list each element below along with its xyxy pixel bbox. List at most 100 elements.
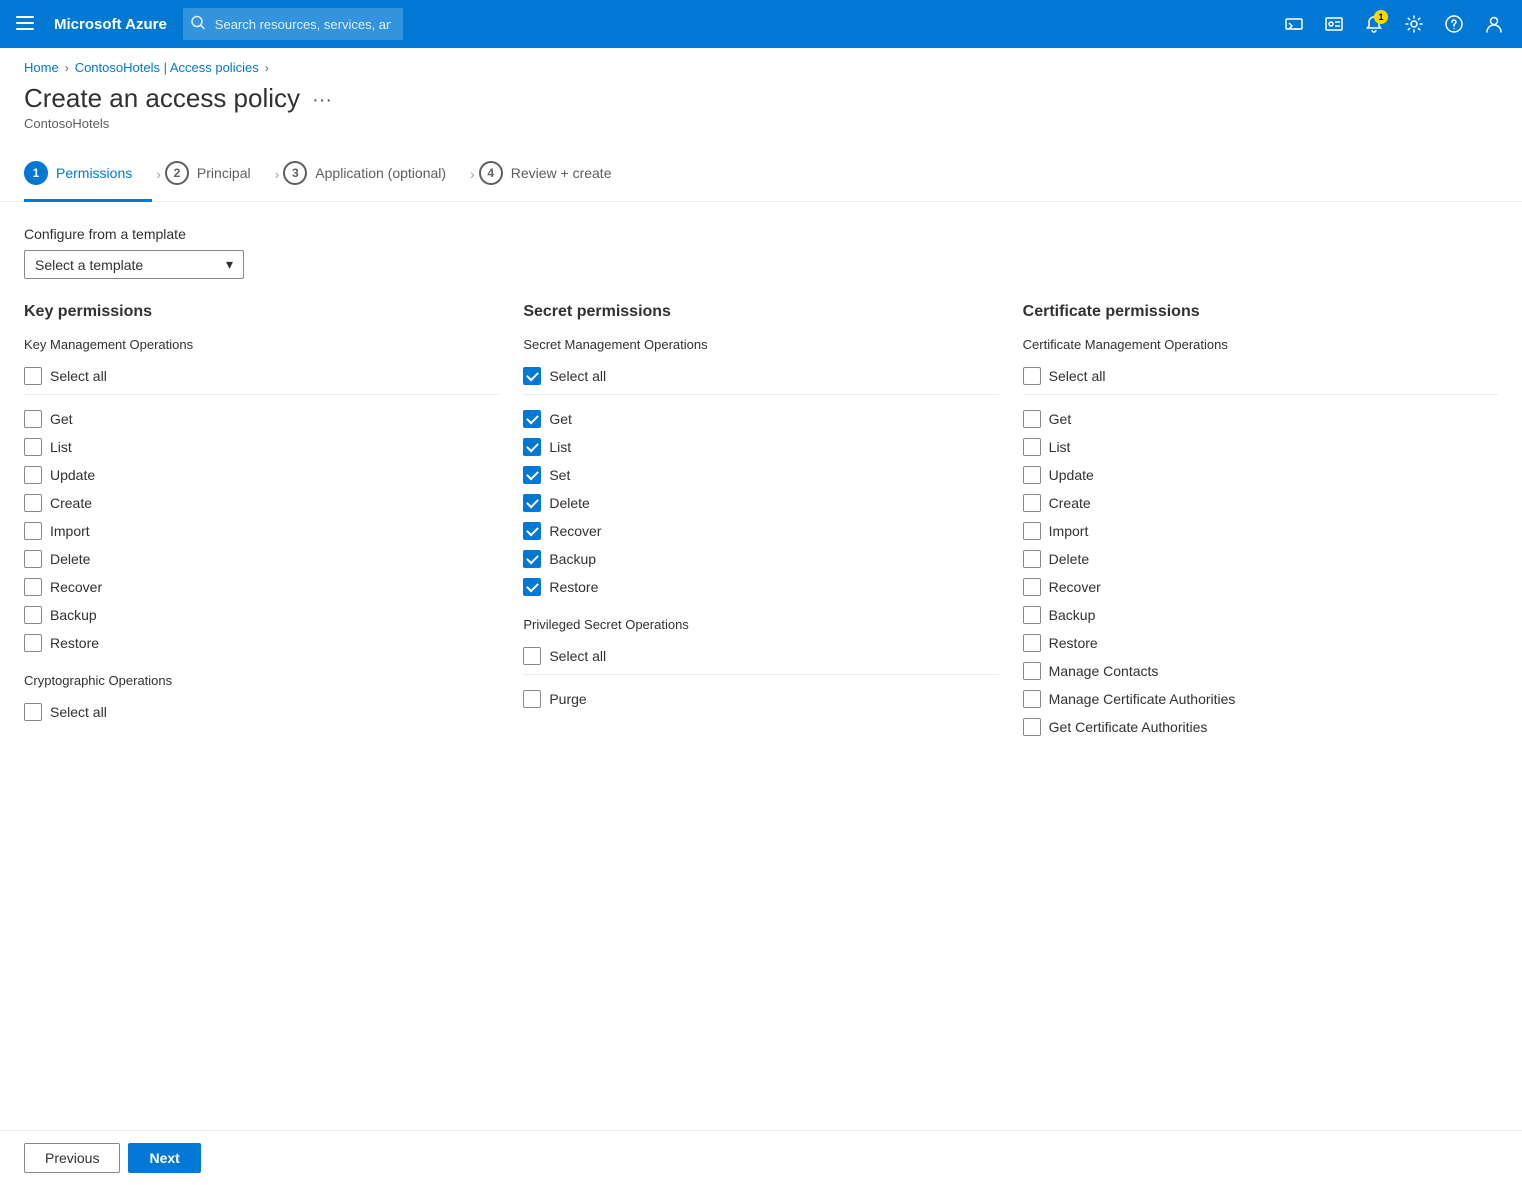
main-content: Configure from a template Select a templ…: [0, 202, 1522, 837]
key-delete-checkbox[interactable]: [24, 550, 42, 568]
secret-mgmt-subtitle: Secret Management Operations: [523, 337, 998, 352]
cert-manage-contacts-checkbox[interactable]: [1023, 662, 1041, 680]
template-chevron-icon: ▾: [226, 256, 233, 273]
next-button[interactable]: Next: [128, 1143, 200, 1173]
key-crypto-section: Cryptographic Operations Select all: [24, 673, 499, 726]
page-title: Create an access policy: [24, 83, 300, 114]
cert-mgmt-section: Certificate Management Operations Select…: [1023, 337, 1498, 741]
user-avatar[interactable]: [1478, 8, 1510, 40]
secret-get-checkbox[interactable]: [523, 410, 541, 428]
search-input[interactable]: [183, 8, 403, 40]
secret-restore-checkbox[interactable]: [523, 578, 541, 596]
hamburger-menu-icon[interactable]: [12, 10, 38, 39]
step-principal[interactable]: 2 Principal: [165, 147, 271, 202]
secret-priv-select-all-label: Select all: [549, 648, 606, 664]
key-select-all-checkbox[interactable]: [24, 367, 42, 385]
step-4-label: Review + create: [511, 165, 612, 181]
secret-recover: Recover: [523, 517, 998, 545]
breadcrumb-sep-1: ›: [65, 61, 69, 75]
key-recover-checkbox[interactable]: [24, 578, 42, 596]
page-subtitle: ContosoHotels: [24, 116, 300, 131]
key-create-checkbox[interactable]: [24, 494, 42, 512]
secret-delete-checkbox[interactable]: [523, 494, 541, 512]
step-sep-2: ›: [275, 166, 280, 182]
cert-get-ca: Get Certificate Authorities: [1023, 713, 1498, 741]
secret-set: Set: [523, 461, 998, 489]
cert-get-checkbox[interactable]: [1023, 410, 1041, 428]
previous-button[interactable]: Previous: [24, 1143, 120, 1173]
step-3-circle: 3: [283, 161, 307, 185]
key-crypto-select-all-checkbox[interactable]: [24, 703, 42, 721]
cert-select-all-checkbox[interactable]: [1023, 367, 1041, 385]
secret-select-all: Select all: [523, 362, 998, 390]
cert-recover-checkbox[interactable]: [1023, 578, 1041, 596]
key-update-label: Update: [50, 467, 95, 483]
settings-icon[interactable]: [1398, 8, 1430, 40]
key-import-checkbox[interactable]: [24, 522, 42, 540]
cert-update-checkbox[interactable]: [1023, 466, 1041, 484]
cert-backup-checkbox[interactable]: [1023, 606, 1041, 624]
bottom-bar: Previous Next: [0, 1130, 1522, 1185]
step-sep-1: ›: [156, 166, 161, 182]
key-restore-label: Restore: [50, 635, 99, 651]
page-header: Create an access policy ContosoHotels ··…: [0, 79, 1522, 147]
step-1-circle: 1: [24, 161, 48, 185]
cert-delete: Delete: [1023, 545, 1498, 573]
template-dropdown[interactable]: Select a template ▾: [24, 250, 244, 279]
secret-backup-checkbox[interactable]: [523, 550, 541, 568]
key-recover-label: Recover: [50, 579, 102, 595]
cert-restore-label: Restore: [1049, 635, 1098, 651]
cloud-shell-icon[interactable]: [1278, 8, 1310, 40]
breadcrumb-home[interactable]: Home: [24, 60, 59, 75]
step-review[interactable]: 4 Review + create: [479, 147, 632, 202]
secret-delete-label: Delete: [549, 495, 589, 511]
secret-restore-label: Restore: [549, 579, 598, 595]
cert-list-checkbox[interactable]: [1023, 438, 1041, 456]
key-list-checkbox[interactable]: [24, 438, 42, 456]
secret-priv-section: Privileged Secret Operations Select all …: [523, 617, 998, 713]
step-permissions[interactable]: 1 Permissions: [24, 147, 152, 202]
help-icon[interactable]: [1438, 8, 1470, 40]
key-list: List: [24, 433, 499, 461]
notifications-icon[interactable]: 1: [1358, 8, 1390, 40]
key-permissions-title: Key permissions: [24, 303, 499, 321]
notification-badge: 1: [1374, 10, 1388, 24]
breadcrumb-sep-2: ›: [265, 61, 269, 75]
key-mgmt-subtitle: Key Management Operations: [24, 337, 499, 352]
secret-priv-select-all-checkbox[interactable]: [523, 647, 541, 665]
secret-set-checkbox[interactable]: [523, 466, 541, 484]
step-application[interactable]: 3 Application (optional): [283, 147, 466, 202]
secret-purge-checkbox[interactable]: [523, 690, 541, 708]
secret-list-checkbox[interactable]: [523, 438, 541, 456]
secret-recover-checkbox[interactable]: [523, 522, 541, 540]
cert-delete-checkbox[interactable]: [1023, 550, 1041, 568]
key-permissions-col: Key permissions Key Management Operation…: [24, 303, 499, 757]
breadcrumb-parent[interactable]: ContosoHotels | Access policies: [75, 60, 259, 75]
topbar-icons: 1: [1278, 8, 1510, 40]
key-backup-checkbox[interactable]: [24, 606, 42, 624]
key-delete-label: Delete: [50, 551, 90, 567]
secret-select-all-checkbox[interactable]: [523, 367, 541, 385]
cert-permissions-title: Certificate permissions: [1023, 303, 1498, 321]
key-update-checkbox[interactable]: [24, 466, 42, 484]
key-restore-checkbox[interactable]: [24, 634, 42, 652]
key-crypto-subtitle: Cryptographic Operations: [24, 673, 499, 688]
secret-purge: Purge: [523, 685, 998, 713]
cert-create-checkbox[interactable]: [1023, 494, 1041, 512]
key-get-checkbox[interactable]: [24, 410, 42, 428]
step-2-circle: 2: [165, 161, 189, 185]
secret-list: List: [523, 433, 998, 461]
key-update: Update: [24, 461, 499, 489]
page-menu-icon[interactable]: ···: [312, 89, 332, 112]
cert-manage-contacts: Manage Contacts: [1023, 657, 1498, 685]
directory-icon[interactable]: [1318, 8, 1350, 40]
cert-manage-ca-checkbox[interactable]: [1023, 690, 1041, 708]
key-backup-label: Backup: [50, 607, 97, 623]
cert-restore-checkbox[interactable]: [1023, 634, 1041, 652]
cert-get-ca-checkbox[interactable]: [1023, 718, 1041, 736]
permissions-grid: Key permissions Key Management Operation…: [24, 303, 1498, 757]
key-delete: Delete: [24, 545, 499, 573]
secret-purge-label: Purge: [549, 691, 586, 707]
cert-import-checkbox[interactable]: [1023, 522, 1041, 540]
key-restore: Restore: [24, 629, 499, 657]
